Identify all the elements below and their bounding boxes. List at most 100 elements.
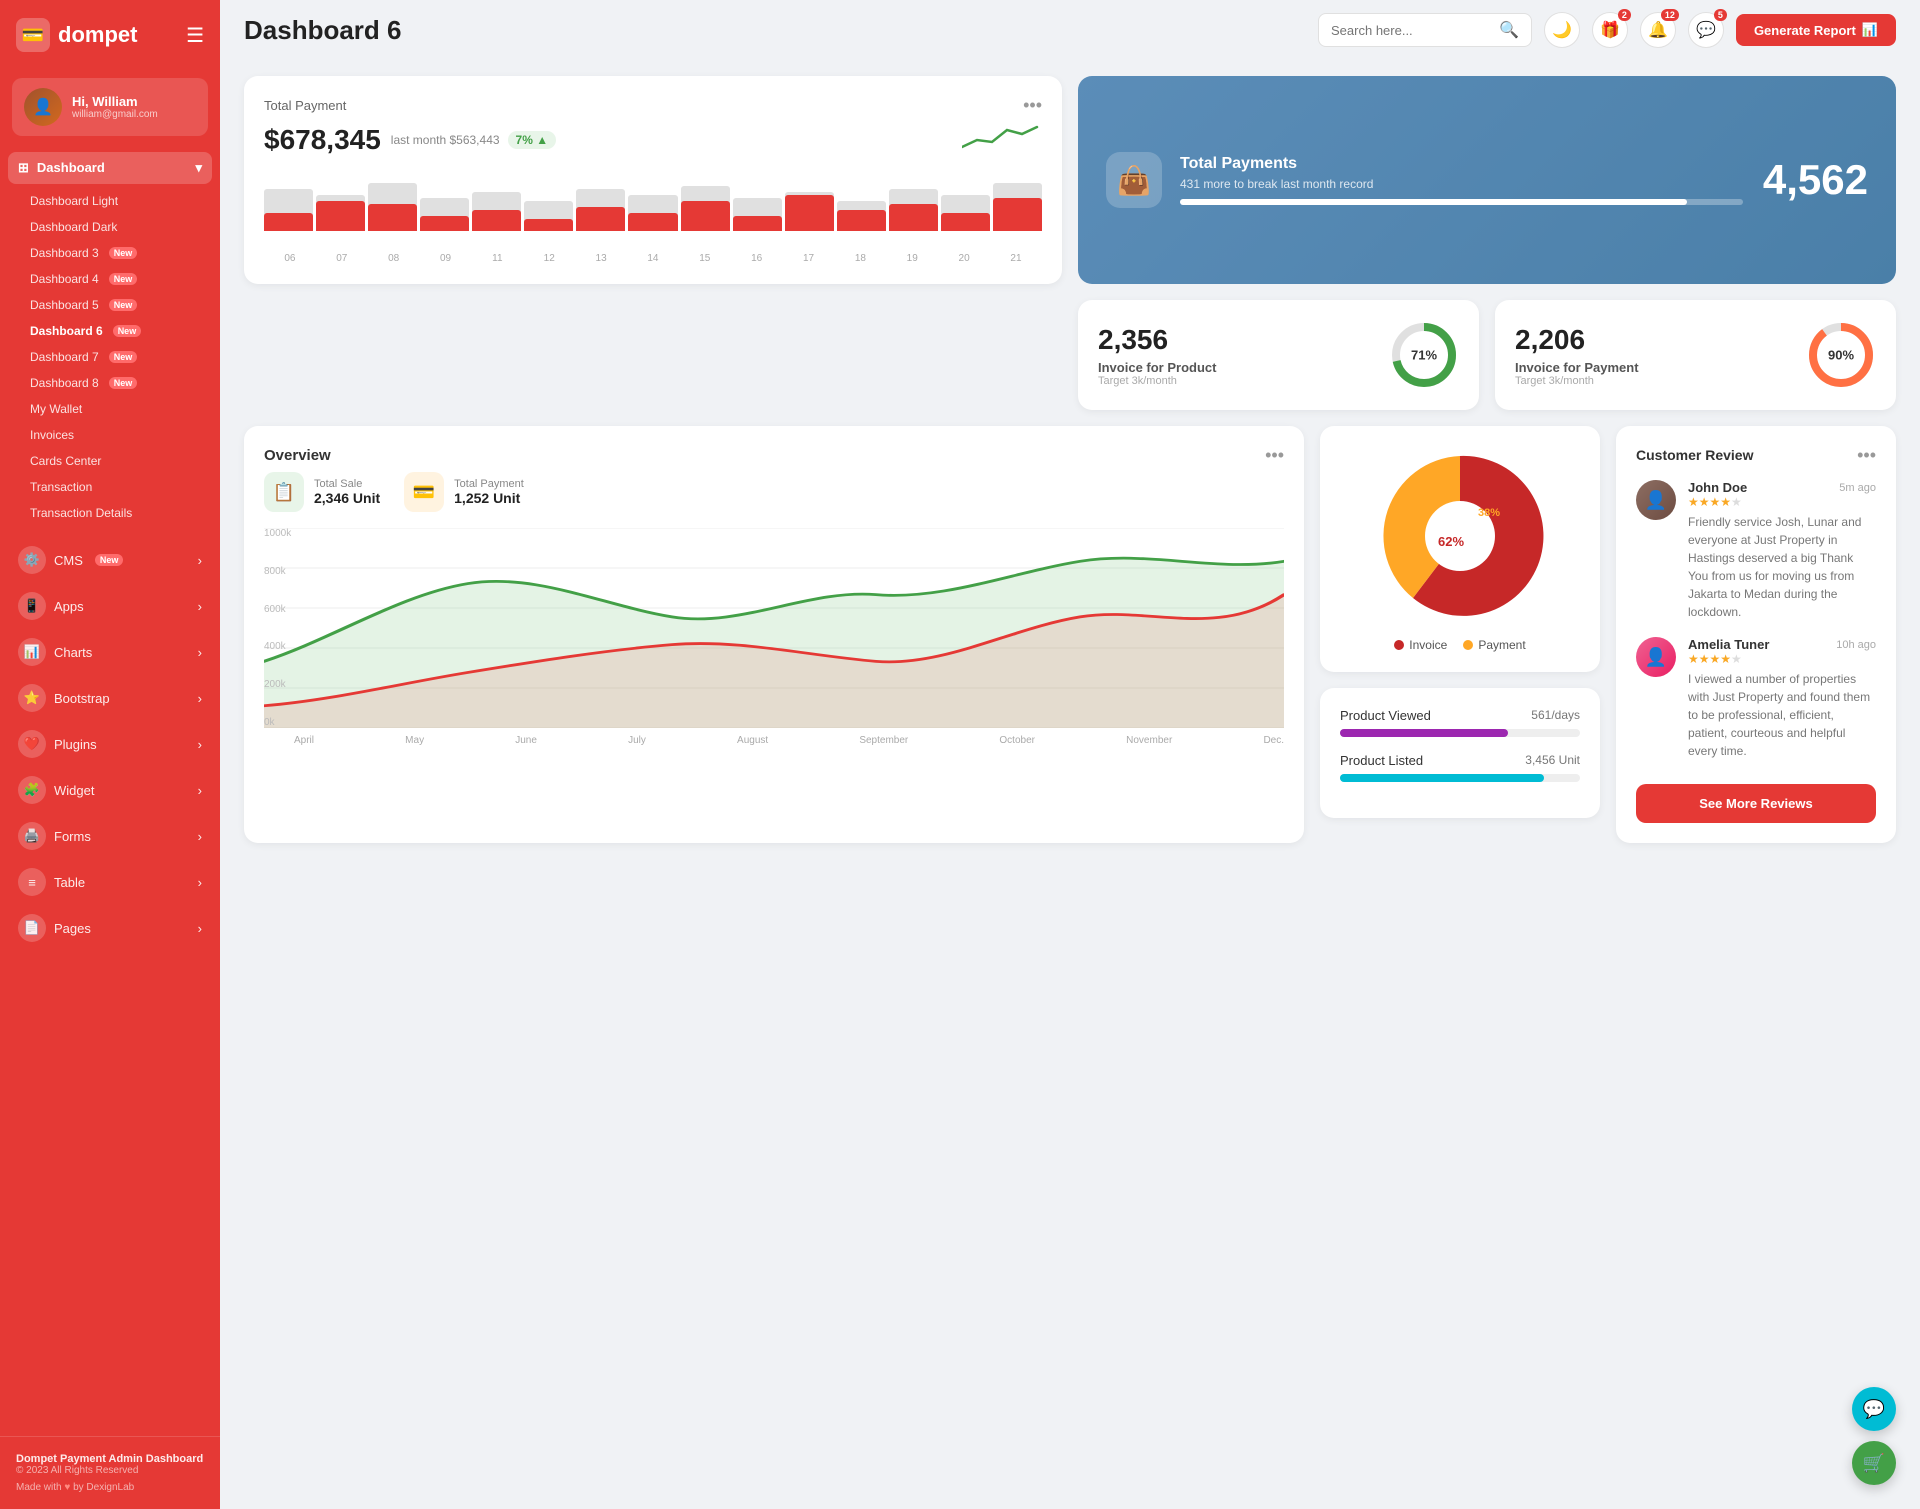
user-name: Hi, William bbox=[72, 94, 158, 109]
sidebar-item-charts[interactable]: 📊Charts › bbox=[8, 630, 212, 674]
product-viewed-label: Product Viewed bbox=[1340, 708, 1431, 723]
nav-dashboard-8[interactable]: Dashboard 8 New bbox=[8, 370, 212, 396]
total-payment-card: Total Payment ••• $678,345 last month $5… bbox=[244, 76, 1062, 284]
main-content: Dashboard 6 🔍 🌙 🎁 2 🔔 12 💬 5 Generate Re… bbox=[220, 0, 1920, 1509]
nav-dashboard-light[interactable]: Dashboard Light bbox=[8, 188, 212, 214]
bar-label: 06 bbox=[264, 253, 316, 264]
bar-group bbox=[941, 171, 990, 231]
nav-dashboard-4[interactable]: Dashboard 4 New bbox=[8, 266, 212, 292]
trend-line-svg bbox=[962, 122, 1042, 157]
review-title: Customer Review bbox=[1636, 447, 1753, 463]
bar-label: 11 bbox=[471, 253, 523, 264]
bar-red bbox=[524, 219, 573, 231]
bar-red bbox=[264, 213, 313, 231]
nav-dashboard-dark[interactable]: Dashboard Dark bbox=[8, 214, 212, 240]
nav-transaction-details[interactable]: Transaction Details bbox=[8, 500, 212, 526]
sidebar-item-forms[interactable]: 🖨️Forms › bbox=[8, 814, 212, 858]
bar-label: 13 bbox=[575, 253, 627, 264]
user-card[interactable]: 👤 Hi, William william@gmail.com bbox=[12, 78, 208, 136]
sidebar: 💳 dompet ☰ 👤 Hi, William william@gmail.c… bbox=[0, 0, 220, 1509]
svg-text:62%: 62% bbox=[1438, 534, 1464, 549]
product-listed-label: Product Listed bbox=[1340, 753, 1423, 768]
sidebar-item-apps[interactable]: 📱Apps › bbox=[8, 584, 212, 628]
nav-dashboard-3[interactable]: Dashboard 3 New bbox=[8, 240, 212, 266]
bar-group bbox=[889, 171, 938, 231]
user-info: Hi, William william@gmail.com bbox=[72, 94, 158, 120]
reviewer-avatar-0: 👤 bbox=[1636, 480, 1676, 520]
bars-container bbox=[264, 171, 1042, 231]
nav-cards-center[interactable]: Cards Center bbox=[8, 448, 212, 474]
invoice-product-pct: 71% bbox=[1411, 348, 1437, 363]
chevron-right-icon: › bbox=[198, 737, 202, 752]
sidebar-item-table[interactable]: ≡Table › bbox=[8, 860, 212, 904]
review-menu[interactable]: ••• bbox=[1857, 446, 1876, 464]
sidebar-item-widget[interactable]: 🧩Widget › bbox=[8, 768, 212, 812]
banner-card: 👜 Total Payments 431 more to break last … bbox=[1078, 76, 1896, 284]
area-chart-container: 1000k800k600k400k200k0k AprilMayJuneJuly… bbox=[264, 528, 1284, 728]
product-viewed-value: 561/days bbox=[1531, 708, 1580, 723]
trend-badge: 7% ▲ bbox=[508, 131, 557, 149]
chevron-right-icon: › bbox=[198, 783, 202, 798]
review-card: Customer Review ••• 👤 John Doe 5m ago ★★… bbox=[1616, 426, 1896, 843]
product-viewed-progress-fill bbox=[1340, 729, 1508, 737]
bar-red bbox=[420, 216, 469, 231]
reviewer-info-0: John Doe 5m ago ★★★★★ Friendly service J… bbox=[1688, 480, 1876, 621]
bar-red bbox=[889, 204, 938, 231]
bar-red bbox=[681, 201, 730, 231]
svg-text:38%: 38% bbox=[1478, 507, 1500, 519]
nav-invoices[interactable]: Invoices bbox=[8, 422, 212, 448]
sidebar-item-bootstrap[interactable]: ⭐Bootstrap › bbox=[8, 676, 212, 720]
bar-group bbox=[316, 171, 365, 231]
review-header: Customer Review ••• bbox=[1636, 446, 1876, 464]
product-listed-header: Product Listed 3,456 Unit bbox=[1340, 753, 1580, 768]
bar-label: 19 bbox=[886, 253, 938, 264]
sidebar-item-plugins[interactable]: ❤️Plugins › bbox=[8, 722, 212, 766]
stars-1: ★★★★★ bbox=[1688, 652, 1876, 666]
review-item-0: 👤 John Doe 5m ago ★★★★★ Friendly service… bbox=[1636, 480, 1876, 621]
bar-label: 20 bbox=[938, 253, 990, 264]
nav-dashboard-6[interactable]: Dashboard 6 New bbox=[8, 318, 212, 344]
search-input[interactable] bbox=[1331, 23, 1491, 38]
dashboard-group-header[interactable]: ⊞Dashboard ▾ bbox=[8, 152, 212, 184]
message-notification-btn[interactable]: 💬 5 bbox=[1688, 12, 1724, 48]
cart-fab[interactable]: 🛒 bbox=[1852, 1441, 1896, 1485]
content-area: Total Payment ••• $678,345 last month $5… bbox=[220, 60, 1920, 1509]
chevron-right-icon: › bbox=[198, 921, 202, 936]
total-payment-menu[interactable]: ••• bbox=[1023, 96, 1042, 114]
sidebar-item-cms[interactable]: ⚙️CMS New › bbox=[8, 538, 212, 582]
generate-report-button[interactable]: Generate Report 📊 bbox=[1736, 14, 1896, 46]
bar-group bbox=[837, 171, 886, 231]
total-payment-header: Total Payment ••• bbox=[264, 96, 1042, 114]
row-1: Total Payment ••• $678,345 last month $5… bbox=[244, 76, 1896, 284]
overview-menu[interactable]: ••• bbox=[1265, 446, 1284, 464]
theme-toggle-btn[interactable]: 🌙 bbox=[1544, 12, 1580, 48]
product-stats-card: Product Viewed 561/days Product Listed 3… bbox=[1320, 688, 1600, 818]
dashboard-nav: ⊞Dashboard ▾ Dashboard Light Dashboard D… bbox=[0, 152, 220, 526]
logo-icon: 💳 bbox=[16, 18, 50, 52]
nav-dashboard-7[interactable]: Dashboard 7 New bbox=[8, 344, 212, 370]
invoice-product-target: Target 3k/month bbox=[1098, 375, 1216, 387]
legend-invoice-dot bbox=[1394, 640, 1404, 650]
sidebar-item-pages[interactable]: 📄Pages › bbox=[8, 906, 212, 950]
hamburger-icon[interactable]: ☰ bbox=[186, 23, 204, 48]
banner-title: Total Payments bbox=[1180, 155, 1743, 173]
invoice-payment-target: Target 3k/month bbox=[1515, 375, 1639, 387]
bar-group bbox=[472, 171, 521, 231]
nav-my-wallet[interactable]: My Wallet bbox=[8, 396, 212, 422]
total-payment-icon: 💳 bbox=[404, 472, 444, 512]
nav-transaction[interactable]: Transaction bbox=[8, 474, 212, 500]
logo[interactable]: 💳 dompet bbox=[16, 18, 137, 52]
bar-red bbox=[993, 198, 1042, 231]
gift-notification-btn[interactable]: 🎁 2 bbox=[1592, 12, 1628, 48]
topbar: Dashboard 6 🔍 🌙 🎁 2 🔔 12 💬 5 Generate Re… bbox=[220, 0, 1920, 60]
review-time-0: 5m ago bbox=[1839, 482, 1876, 494]
nav-dashboard-5[interactable]: Dashboard 5 New bbox=[8, 292, 212, 318]
invoice-payment-info: 2,206 Invoice for Payment Target 3k/mont… bbox=[1515, 324, 1639, 387]
bell-notification-btn[interactable]: 🔔 12 bbox=[1640, 12, 1676, 48]
bar-red bbox=[368, 204, 417, 231]
x-axis-labels: AprilMayJuneJulyAugustSeptemberOctoberNo… bbox=[294, 735, 1284, 746]
support-fab[interactable]: 💬 bbox=[1852, 1387, 1896, 1431]
see-more-reviews-button[interactable]: See More Reviews bbox=[1636, 784, 1876, 823]
pie-legend: Invoice Payment bbox=[1340, 638, 1580, 652]
bar-group bbox=[681, 171, 730, 231]
